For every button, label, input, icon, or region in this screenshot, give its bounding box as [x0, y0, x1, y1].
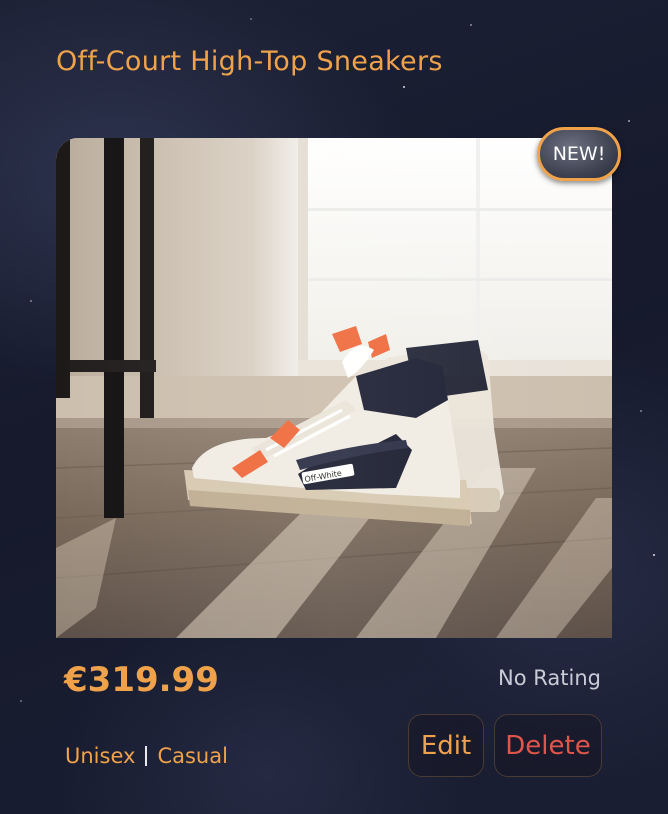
- product-card: Off-Court High-Top Sneakers Off-White NE…: [0, 0, 668, 814]
- product-title: Off-Court High-Top Sneakers: [56, 46, 443, 77]
- tag-style[interactable]: Casual: [157, 744, 228, 768]
- new-badge: NEW!: [537, 127, 621, 181]
- product-rating: No Rating: [498, 666, 601, 690]
- product-tags: Unisex Casual: [65, 744, 228, 768]
- delete-button[interactable]: Delete: [494, 714, 602, 777]
- sneaker-photo: Off-White: [56, 138, 612, 638]
- tag-divider: [145, 746, 148, 766]
- edit-button[interactable]: Edit: [408, 714, 484, 777]
- product-price: €319.99: [64, 660, 219, 700]
- tag-gender[interactable]: Unisex: [65, 744, 135, 768]
- product-image[interactable]: Off-White: [56, 138, 612, 638]
